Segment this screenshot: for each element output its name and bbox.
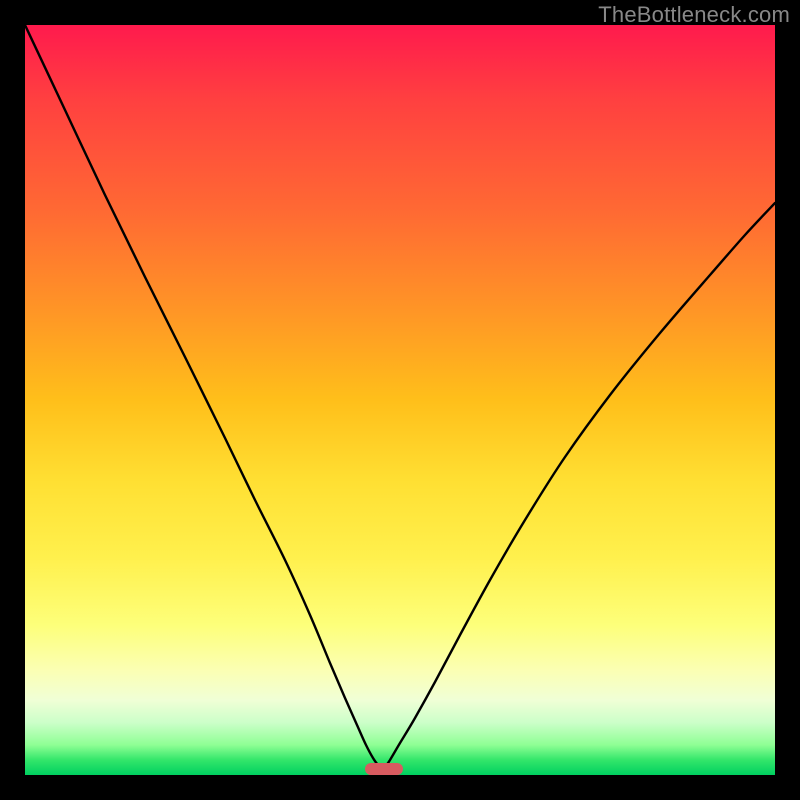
- plot-area: [25, 25, 775, 775]
- chart-frame: TheBottleneck.com: [0, 0, 800, 800]
- curve-svg: [25, 25, 775, 775]
- bottleneck-curve: [25, 25, 775, 771]
- minimum-marker: [365, 763, 403, 775]
